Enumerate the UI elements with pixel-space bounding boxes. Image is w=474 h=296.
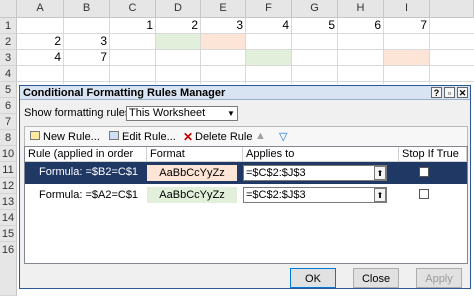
help-button[interactable]: ? [431, 87, 442, 98]
restore-button[interactable]: ▫ [444, 87, 455, 98]
rule-row-2-formula: Formula: =$A2=C$1 [39, 189, 139, 201]
column-header-a[interactable]: A [17, 0, 64, 18]
edit-rule-button[interactable]: Edit Rule... [122, 128, 176, 146]
cell-b3[interactable]: 7 [64, 50, 107, 65]
cell-a2[interactable]: 2 [17, 34, 61, 49]
new-rule-button[interactable]: New Rule... [43, 128, 100, 146]
cell-d1[interactable]: 2 [156, 18, 198, 33]
rule-row-1-stop-checkbox[interactable] [419, 167, 429, 177]
row-header-10[interactable]: 10 [0, 146, 17, 162]
column-header-b[interactable]: B [64, 0, 110, 18]
row-header-8[interactable]: 8 [0, 130, 17, 146]
rule-row-2-preview: AaBbCcYyZz [147, 187, 237, 203]
column-header-e[interactable]: E [201, 0, 246, 18]
rule-row-1-range-picker-icon[interactable]: ⬆ [374, 166, 386, 180]
row-header-4[interactable]: 4 [0, 66, 17, 82]
move-down-icon[interactable]: ▽ [279, 130, 287, 143]
row-header-16[interactable]: 16 [0, 242, 17, 296]
row-header-11[interactable]: 11 [0, 162, 17, 178]
edit-rule-icon [109, 131, 119, 140]
new-rule-icon [30, 131, 40, 140]
delete-rule-button[interactable]: Delete Rule [195, 128, 252, 146]
column-applies-header: Applies to [243, 147, 399, 162]
rule-row-2-applies-input[interactable]: =$C$2:$J$3 [243, 187, 387, 203]
cell-c1[interactable]: 1 [110, 18, 153, 33]
row-header-6[interactable]: 6 [0, 98, 17, 114]
row-header-1[interactable]: 1 [0, 18, 17, 34]
rule-row-1-preview: AaBbCcYyZz [147, 165, 237, 181]
apply-button[interactable]: Apply [416, 268, 462, 288]
rule-row-1-applies-value: =$C$2:$J$3 [246, 167, 306, 179]
row-header-7[interactable]: 7 [0, 114, 17, 130]
ok-button[interactable]: OK [290, 268, 336, 288]
cell-e2-highlight[interactable] [201, 34, 245, 49]
row-header-5[interactable]: 5 [0, 82, 17, 98]
column-header-f[interactable]: F [246, 0, 292, 18]
column-header-c[interactable]: C [110, 0, 156, 18]
delete-rule-icon: ✕ [183, 130, 194, 144]
cell-i3-highlight[interactable] [384, 50, 429, 65]
row-header-2[interactable]: 2 [0, 34, 17, 50]
row-header-12[interactable]: 12 [0, 178, 17, 194]
row-header-14[interactable]: 14 [0, 210, 17, 226]
move-up-icon[interactable]: ▲ [255, 130, 266, 142]
close-button[interactable]: Close [353, 268, 399, 288]
cell-d2-highlight[interactable] [156, 34, 200, 49]
select-all-corner[interactable] [0, 0, 17, 18]
cell-f1[interactable]: 4 [246, 18, 289, 33]
rule-row-2-applies-value: =$C$2:$J$3 [246, 189, 306, 201]
cell-e1[interactable]: 3 [201, 18, 243, 33]
scope-dropdown-arrow-icon[interactable]: ▼ [225, 107, 237, 120]
conditional-formatting-dialog: Conditional Formatting Rules Manager ? ▫… [19, 85, 471, 289]
column-header-h[interactable]: H [338, 0, 384, 18]
rule-row-1-formula: Formula: =$B2=C$1 [39, 166, 139, 178]
cell-f3-highlight[interactable] [246, 50, 291, 65]
row-header-13[interactable]: 13 [0, 194, 17, 210]
row-header-3[interactable]: 3 [0, 50, 17, 66]
row-header-15[interactable]: 15 [0, 226, 17, 242]
cell-b2[interactable]: 3 [64, 34, 107, 49]
close-window-button[interactable]: ✕ [457, 87, 468, 98]
rule-row-1-applies-input[interactable]: =$C$2:$J$3 [243, 165, 387, 181]
cell-g1[interactable]: 5 [292, 18, 335, 33]
scope-value: This Worksheet [129, 107, 206, 119]
column-header-g[interactable]: G [292, 0, 338, 18]
column-header-j[interactable] [430, 0, 474, 18]
rule-row-2-stop-checkbox[interactable] [419, 189, 429, 199]
rule-row-2-range-picker-icon[interactable]: ⬆ [374, 188, 386, 202]
dialog-title: Conditional Formatting Rules Manager [20, 86, 470, 100]
column-rule-header: Rule (applied in order shown) [25, 147, 147, 174]
cell-h1[interactable]: 6 [338, 18, 381, 33]
scope-select[interactable]: This Worksheet [126, 106, 238, 121]
cell-a3[interactable]: 4 [17, 50, 61, 65]
cell-i1[interactable]: 7 [384, 18, 427, 33]
column-format-header: Format [147, 147, 243, 162]
column-header-i[interactable]: I [384, 0, 430, 18]
column-stop-header: Stop If True [399, 147, 467, 162]
column-header-d[interactable]: D [156, 0, 201, 18]
rules-list: Rule (applied in order shown) Format App… [24, 146, 468, 264]
